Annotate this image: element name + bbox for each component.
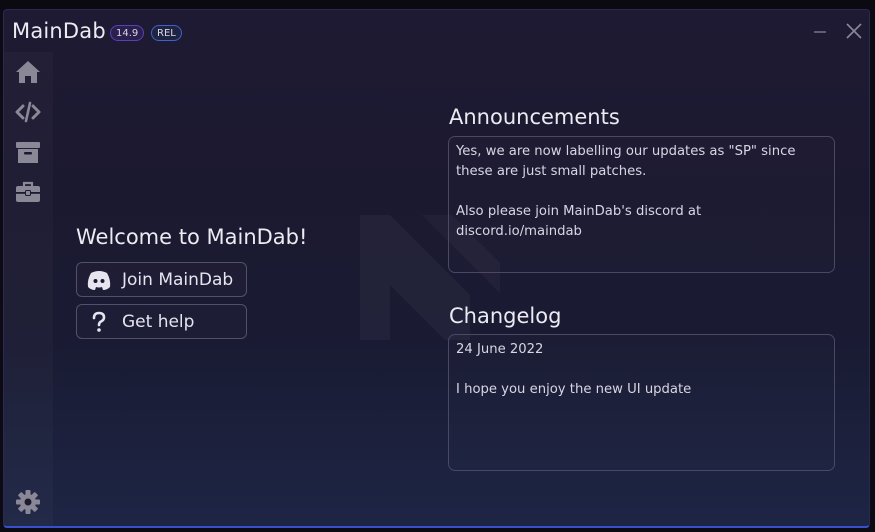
sidebar-item-scripts[interactable]	[15, 139, 41, 165]
minimize-icon	[814, 31, 826, 33]
close-icon	[846, 23, 862, 39]
sidebar-item-home[interactable]	[15, 59, 41, 85]
announcements-textbox[interactable]: Yes, we are now labelling our updates as…	[448, 136, 835, 273]
sidebar	[4, 52, 53, 526]
top-strip	[0, 0, 875, 9]
main-window: MainDab 14.9 REL Welcome to MainDab! Joi…	[3, 9, 870, 528]
announcements-title: Announcements	[449, 105, 620, 129]
join-maindab-button[interactable]: Join MainDab	[76, 262, 247, 297]
question-icon	[92, 311, 106, 332]
version-badge: 14.9	[110, 25, 145, 41]
welcome-heading: Welcome to MainDab!	[76, 225, 308, 249]
sidebar-settings[interactable]	[15, 489, 41, 515]
changelog-textbox[interactable]: 24 June 2022 I hope you enjoy the new UI…	[448, 334, 835, 471]
title-bar[interactable]: MainDab 14.9 REL	[4, 10, 869, 52]
release-badge: REL	[151, 25, 182, 41]
close-button[interactable]	[844, 21, 864, 41]
code-icon	[15, 101, 41, 123]
sidebar-item-tools[interactable]	[15, 179, 41, 205]
changelog-title: Changelog	[449, 304, 562, 328]
join-maindab-label: Join MainDab	[122, 270, 234, 290]
sidebar-item-editor[interactable]	[15, 99, 41, 125]
gear-icon	[16, 490, 40, 514]
get-help-button[interactable]: Get help	[76, 304, 247, 339]
toolbox-icon	[16, 181, 40, 202]
minimize-button[interactable]	[810, 21, 830, 41]
get-help-label: Get help	[122, 312, 195, 332]
archive-icon	[16, 142, 40, 163]
app-title: MainDab	[12, 19, 106, 43]
home-icon	[16, 61, 40, 83]
discord-icon	[87, 271, 111, 290]
